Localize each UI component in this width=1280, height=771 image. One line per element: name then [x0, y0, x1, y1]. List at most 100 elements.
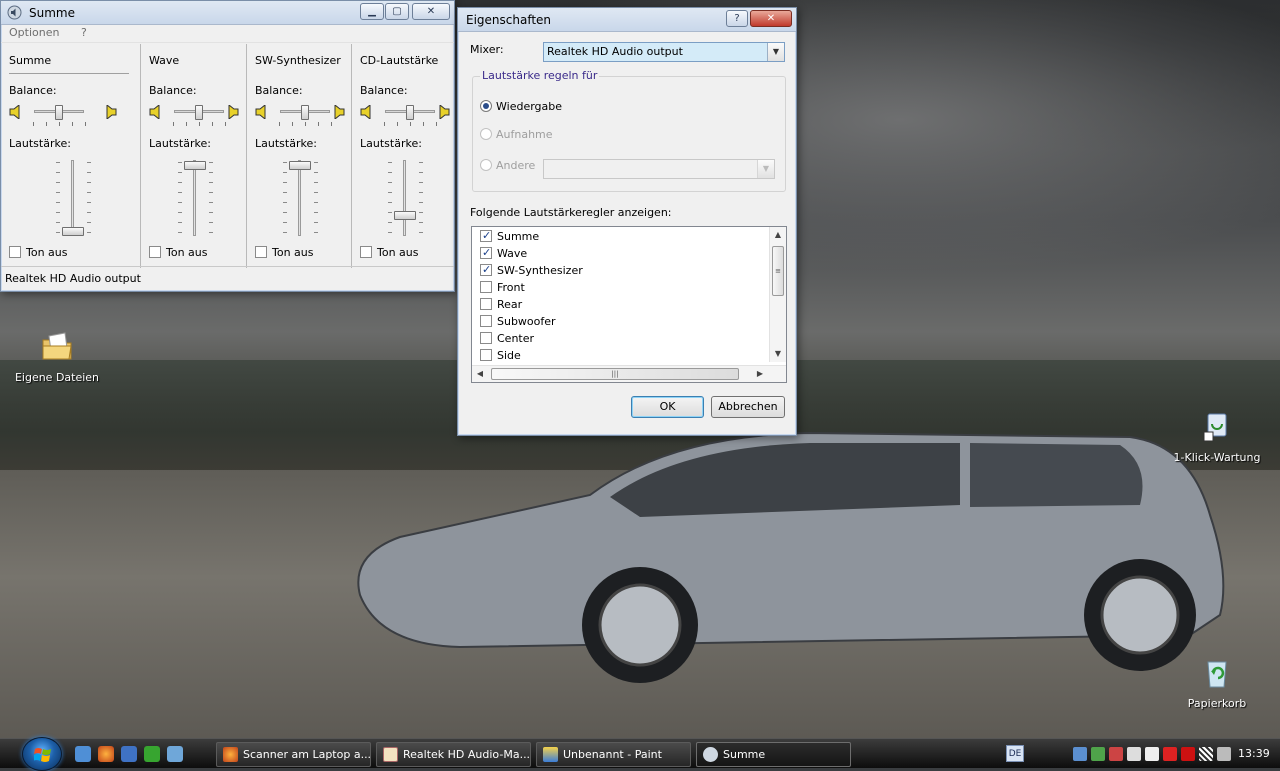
task-volume-mixer[interactable]: Summe: [696, 742, 851, 767]
help-button[interactable]: ?: [726, 10, 748, 27]
maximize-button[interactable]: ▢: [385, 3, 409, 20]
radio-recording[interactable]: Aufnahme: [480, 128, 553, 141]
task-label: Unbenannt - Paint: [563, 748, 662, 761]
checkbox-box[interactable]: [480, 262, 492, 278]
desktop-icon-my-documents[interactable]: Eigene Dateien: [9, 330, 105, 384]
volume-slider-thumb[interactable]: [394, 210, 416, 220]
list-item[interactable]: Summe: [472, 228, 768, 246]
tray-z-icon[interactable]: [1145, 747, 1159, 761]
scroll-up-icon[interactable]: ▲: [770, 227, 786, 243]
list-item[interactable]: Subwoofer: [472, 314, 768, 331]
mute-checkbox[interactable]: Ton aus: [360, 246, 419, 259]
tray-muted-volume-icon[interactable]: [1109, 747, 1123, 761]
quicklaunch-icq-icon[interactable]: [144, 746, 160, 762]
radio-playback[interactable]: Wiedergabe: [480, 100, 562, 113]
ok-button[interactable]: OK: [631, 396, 704, 418]
volume-slider[interactable]: [375, 160, 435, 240]
scroll-down-icon[interactable]: ▼: [770, 346, 786, 362]
mute-label: Ton aus: [166, 246, 208, 259]
tray-display-icon[interactable]: [1217, 747, 1231, 761]
checkbox-box[interactable]: [360, 246, 372, 258]
tray-security-icon[interactable]: [1091, 747, 1105, 761]
checkbox-box[interactable]: [149, 246, 161, 258]
tray-bluetooth-icon[interactable]: [1127, 747, 1141, 761]
horizontal-scrollbar[interactable]: ◀ ||| ▶: [472, 365, 786, 382]
list-item[interactable]: Wave: [472, 245, 768, 263]
minimize-button[interactable]: ▁: [360, 3, 384, 20]
language-indicator[interactable]: DE: [1006, 745, 1024, 762]
list-item-label: Side: [497, 349, 521, 362]
tray-ati-icon[interactable]: [1181, 747, 1195, 761]
checkbox-box[interactable]: [255, 246, 267, 258]
volume-slider[interactable]: [43, 160, 103, 240]
close-button[interactable]: ✕: [750, 10, 792, 27]
radio-button[interactable]: [480, 100, 492, 112]
volume-label: Lautstärke:: [255, 137, 317, 150]
quicklaunch-mail-icon[interactable]: [121, 746, 137, 762]
radio-button[interactable]: [480, 159, 492, 171]
scroll-thumb[interactable]: |||: [491, 368, 739, 380]
desktop-icon-maintenance[interactable]: 1-Klick-Wartung: [1169, 410, 1265, 464]
volume-slider-thumb[interactable]: [62, 227, 84, 236]
tray-antivirus-icon[interactable]: [1163, 747, 1177, 761]
clock[interactable]: 13:39: [1238, 747, 1270, 760]
scroll-right-icon[interactable]: ▶: [752, 366, 768, 382]
volume-slider-thumb[interactable]: [184, 161, 206, 170]
balance-slider[interactable]: [280, 105, 330, 120]
checkbox-box[interactable]: [480, 228, 492, 244]
tray-checker-icon[interactable]: [1199, 747, 1213, 761]
close-button[interactable]: ✕: [412, 3, 450, 20]
properties-titlebar[interactable]: Eigenschaften ? ✕: [458, 8, 796, 32]
mixer-titlebar[interactable]: Summe ▁ ▢ ✕: [1, 1, 454, 25]
balance-slider[interactable]: [34, 105, 84, 120]
scroll-thumb[interactable]: ≡: [772, 246, 784, 296]
checkbox-box[interactable]: [480, 281, 492, 293]
list-item[interactable]: Rear: [472, 297, 768, 314]
list-item[interactable]: Center: [472, 331, 768, 348]
task-firefox[interactable]: Scanner am Laptop a...: [216, 742, 371, 767]
balance-slider[interactable]: [174, 105, 224, 120]
list-item[interactable]: SW-Synthesizer: [472, 262, 768, 280]
balance-slider-thumb[interactable]: [55, 105, 63, 120]
balance-slider-thumb[interactable]: [406, 105, 414, 120]
checkbox-box[interactable]: [480, 298, 492, 310]
volume-ticks: [56, 162, 60, 236]
start-button[interactable]: [22, 737, 62, 771]
volume-slider[interactable]: [165, 160, 225, 240]
checkbox-box[interactable]: [480, 349, 492, 361]
quicklaunch-firefox-icon[interactable]: [98, 746, 114, 762]
radio-button[interactable]: [480, 128, 492, 140]
desktop-icon-recycle-bin[interactable]: Papierkorb: [1169, 656, 1265, 710]
task-paint[interactable]: Unbenannt - Paint: [536, 742, 691, 767]
tray-network-icon[interactable]: [1073, 747, 1087, 761]
balance-slider[interactable]: [385, 105, 435, 120]
mute-checkbox[interactable]: Ton aus: [149, 246, 208, 259]
mute-checkbox[interactable]: Ton aus: [9, 246, 68, 259]
list-item[interactable]: Front: [472, 280, 768, 297]
cancel-button[interactable]: Abbrechen: [711, 396, 785, 418]
menu-options[interactable]: Optionen: [9, 26, 59, 39]
volume-slider-thumb[interactable]: [289, 161, 311, 170]
checkbox-box[interactable]: [9, 246, 21, 258]
volume-slider[interactable]: [270, 160, 330, 240]
menu-help[interactable]: ?: [81, 26, 87, 39]
chevron-down-icon[interactable]: ▼: [757, 160, 774, 178]
quicklaunch-network-icon[interactable]: [167, 746, 183, 762]
list-item[interactable]: Side: [472, 348, 768, 365]
quicklaunch-ie-icon[interactable]: [75, 746, 91, 762]
radio-other[interactable]: Andere: [480, 159, 535, 172]
checkbox-box[interactable]: [480, 315, 492, 327]
balance-slider-thumb[interactable]: [195, 105, 203, 120]
chevron-down-icon[interactable]: ▼: [767, 43, 784, 61]
mute-checkbox[interactable]: Ton aus: [255, 246, 314, 259]
other-device-select[interactable]: ▼: [543, 159, 775, 179]
checkbox-box[interactable]: [480, 332, 492, 344]
checkbox-box[interactable]: [480, 245, 492, 261]
balance-slider-thumb[interactable]: [301, 105, 309, 120]
mixer-select[interactable]: Realtek HD Audio output ▼: [543, 42, 785, 62]
list-item-label: Summe: [497, 230, 540, 243]
task-realtek[interactable]: Realtek HD Audio-Ma...: [376, 742, 531, 767]
vertical-scrollbar[interactable]: ▲ ≡ ▼: [769, 227, 786, 362]
volume-controls-list[interactable]: Summe Wave SW-Synthesizer Front Rear Subwoofe…: [471, 226, 787, 383]
scroll-left-icon[interactable]: ◀: [472, 366, 488, 382]
